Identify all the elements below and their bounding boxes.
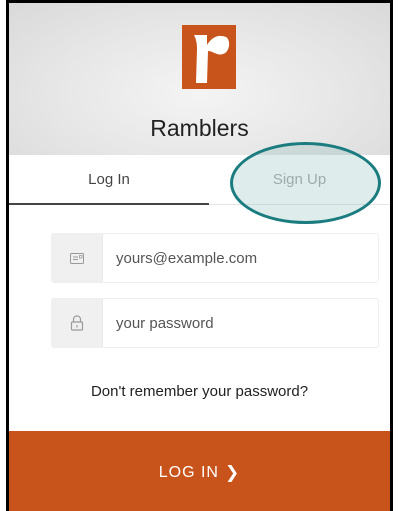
email-field [51,233,379,283]
email-input[interactable] [116,234,366,282]
log-in-button[interactable]: LOG IN ❯ [9,431,390,511]
login-panel: Ramblers Log In Sign Up Don't remember y… [6,0,393,511]
tab-sign-up[interactable]: Sign Up [209,155,390,205]
brand-name: Ramblers [150,115,249,141]
header: Ramblers [9,3,390,155]
chevron-right-icon: ❯ [224,462,241,482]
password-input[interactable] [116,299,366,347]
password-field [51,298,379,348]
auth-tabs: Log In Sign Up [9,155,390,205]
email-icon [52,234,103,282]
forgot-password-link[interactable]: Don't remember your password? [9,383,390,400]
tab-log-in[interactable]: Log In [9,155,209,205]
log-in-label: LOG IN [158,463,219,481]
lock-icon [52,299,103,347]
ramblers-logo-icon [182,25,236,89]
